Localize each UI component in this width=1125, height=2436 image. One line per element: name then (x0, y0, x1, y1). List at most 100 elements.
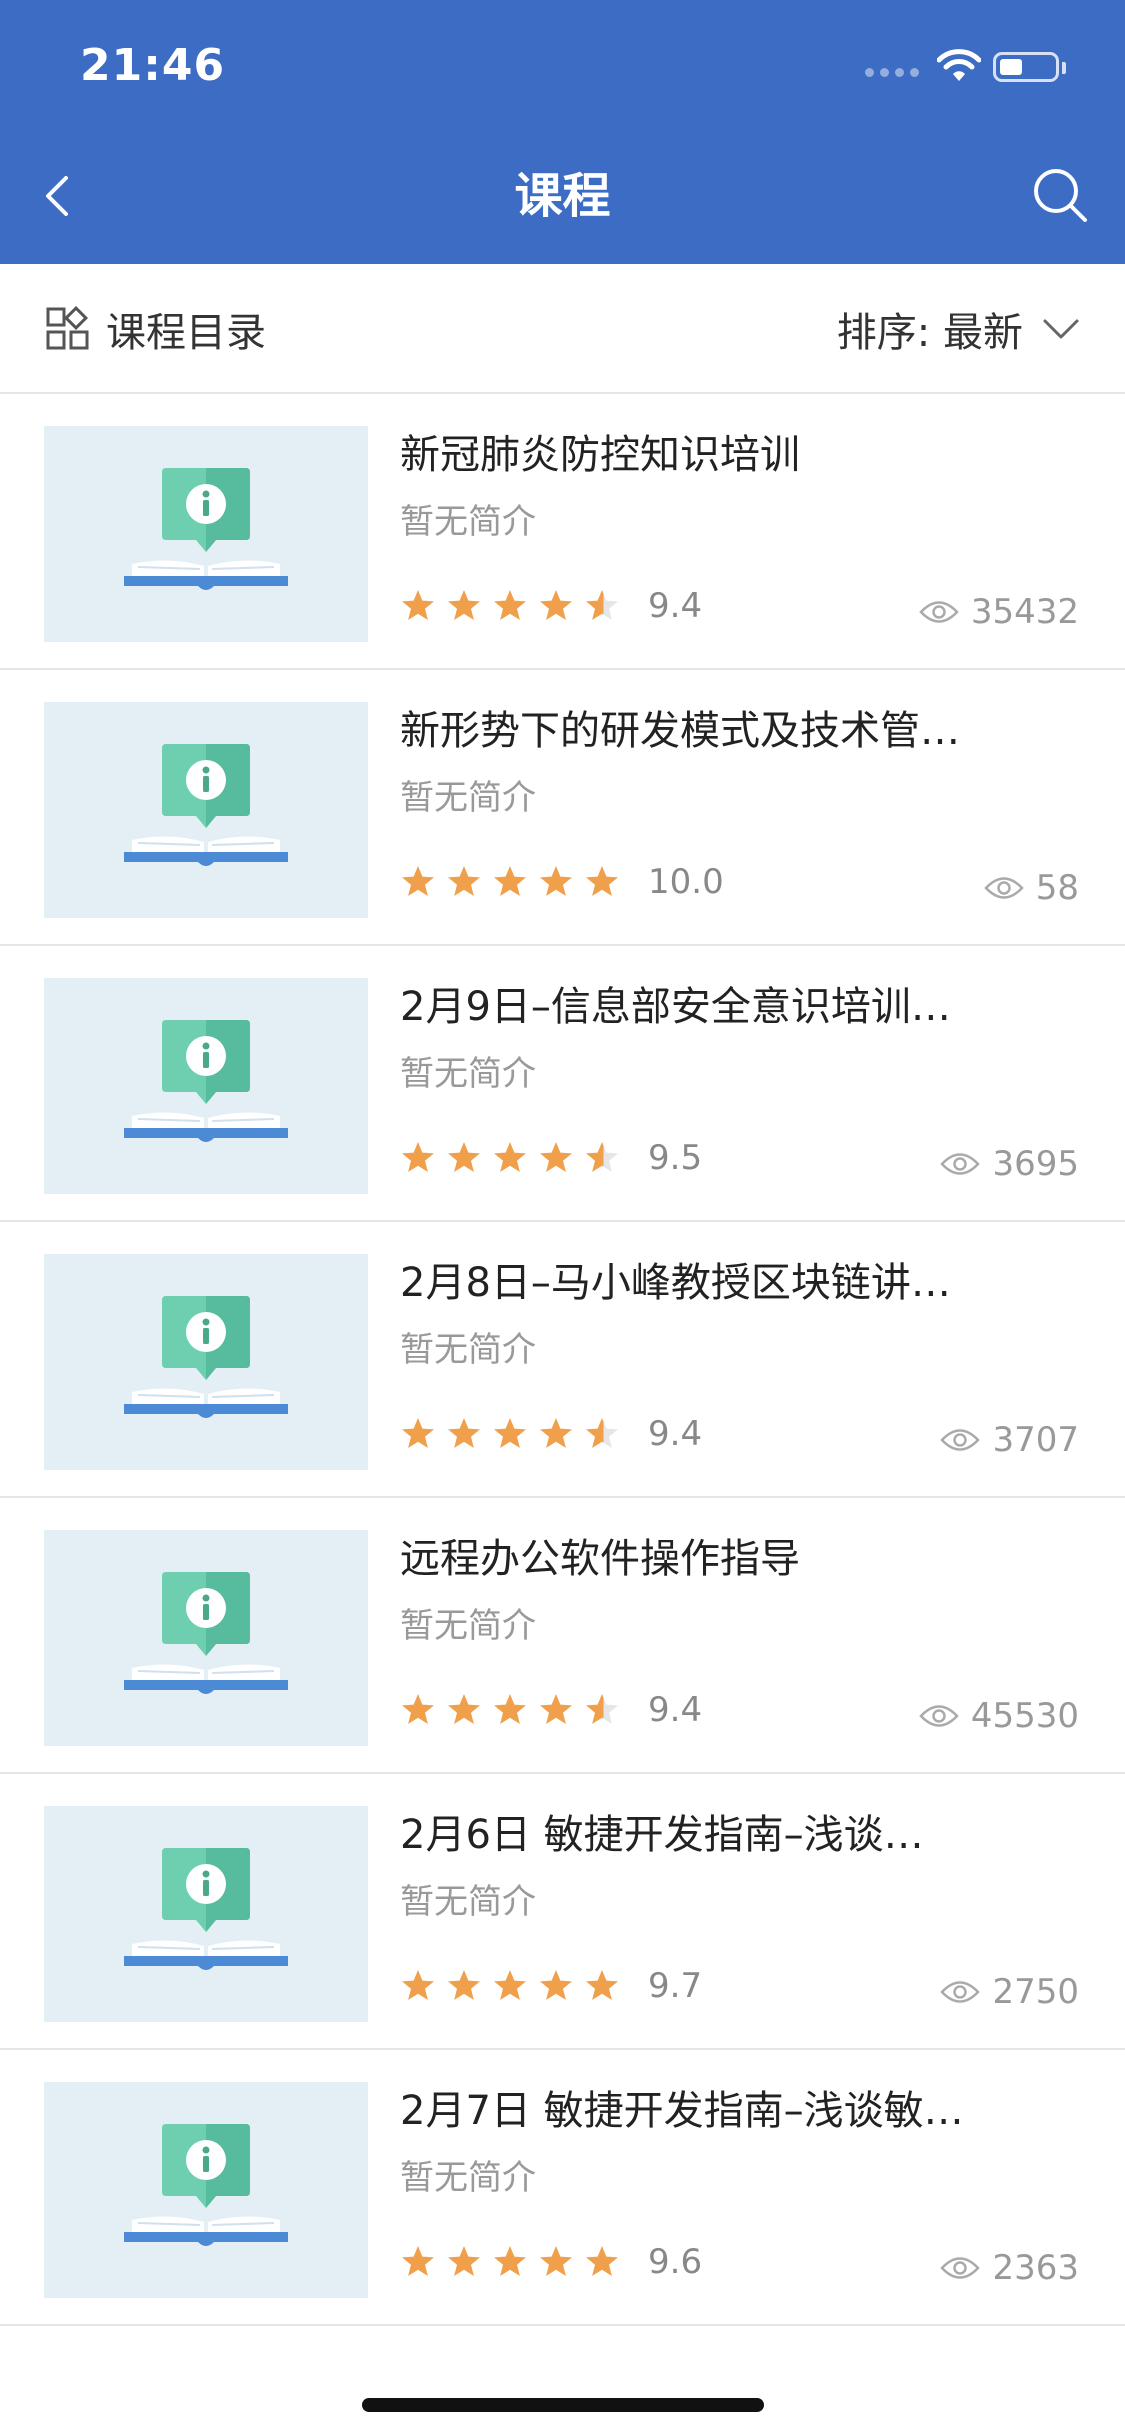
star-icon (400, 1416, 446, 1452)
course-thumbnail (44, 1254, 368, 1470)
course-item-1[interactable]: 新冠肺炎防控知识培训 暂无简介 9.4 35432 (0, 394, 1125, 670)
view-count: 2750 (940, 1970, 1079, 2014)
catalog-label: 课程目录 (106, 310, 266, 356)
course-item-7[interactable]: 2月7日 敏捷开发指南–浅谈敏… 暂无简介 9.6 2363 (0, 2050, 1125, 2326)
course-title: 2月8日–马小峰教授区块链讲… (400, 1260, 951, 1306)
view-count: 3695 (940, 1142, 1079, 1186)
star-icon (492, 1416, 538, 1452)
star-icon (446, 864, 492, 900)
sort-dropdown[interactable]: 排序: 最新 (837, 302, 1081, 356)
status-icons (865, 48, 1085, 88)
book-info-icon (124, 1572, 288, 1694)
star-icon (400, 1692, 446, 1728)
course-item-3[interactable]: 2月9日–信息部安全意识培训… 暂无简介 9.5 3695 (0, 946, 1125, 1222)
star-icon (584, 2244, 630, 2280)
book-info-icon (124, 468, 288, 590)
course-description: 暂无简介 (400, 2158, 536, 2198)
star-rating (400, 588, 630, 624)
home-indicator[interactable] (362, 2398, 764, 2412)
page-title: 课程 (514, 168, 611, 224)
star-icon (584, 1416, 630, 1452)
chevron-down-icon (1043, 319, 1079, 339)
star-rating (400, 1416, 630, 1452)
course-description: 暂无简介 (400, 502, 536, 542)
star-icon (400, 2244, 446, 2280)
course-thumbnail (44, 702, 368, 918)
view-count: 2363 (940, 2246, 1079, 2290)
course-thumbnail (44, 1806, 368, 2022)
course-list: 新冠肺炎防控知识培训 暂无简介 9.4 35432 新形势下的研发模式及技术管…… (0, 394, 1125, 2326)
sort-label: 排序: 最新 (836, 310, 1023, 356)
course-title: 新冠肺炎防控知识培训 (400, 432, 800, 478)
course-item-4[interactable]: 2月8日–马小峰教授区块链讲… 暂无简介 9.4 3707 (0, 1222, 1125, 1498)
view-count-value: 58 (1035, 868, 1079, 908)
eye-icon (940, 1153, 981, 1175)
book-info-icon (124, 1020, 288, 1142)
course-rating: 9.4 (648, 1414, 703, 1454)
eye-icon (919, 601, 959, 623)
course-description: 暂无简介 (400, 778, 536, 818)
course-description: 暂无简介 (400, 1054, 536, 1094)
star-icon (446, 1140, 492, 1176)
eye-icon (940, 1981, 981, 2003)
view-count-value: 2363 (992, 2248, 1079, 2288)
filter-bar: 课程目录 排序: 最新 (0, 264, 1125, 394)
star-rating (400, 2244, 630, 2280)
star-icon (400, 1140, 446, 1176)
course-item-6[interactable]: 2月6日 敏捷开发指南–浅谈… 暂无简介 9.7 2750 (0, 1774, 1125, 2050)
star-icon (400, 1968, 446, 2004)
eye-icon (919, 1705, 959, 1727)
star-icon (492, 588, 538, 624)
course-thumbnail (44, 978, 368, 1194)
star-rating (400, 1968, 630, 2004)
star-icon (446, 588, 492, 624)
star-rating (400, 864, 630, 900)
eye-icon (940, 2257, 981, 2279)
view-count: 3707 (940, 1418, 1079, 1462)
star-icon (492, 864, 538, 900)
view-count-value: 3707 (992, 1420, 1079, 1460)
battery-icon (993, 52, 1059, 82)
star-icon (584, 864, 630, 900)
star-icon (492, 1968, 538, 2004)
status-time: 21:46 (80, 40, 226, 91)
book-info-icon (124, 1296, 288, 1418)
course-title: 远程办公软件操作指导 (400, 1536, 800, 1582)
star-icon (492, 1692, 538, 1728)
view-count-value: 45530 (970, 1696, 1079, 1736)
star-icon (538, 588, 584, 624)
course-description: 暂无简介 (400, 1330, 536, 1370)
star-icon (584, 588, 630, 624)
view-count: 45530 (919, 1694, 1079, 1738)
star-icon (584, 1968, 630, 2004)
search-button[interactable] (1025, 160, 1095, 230)
course-rating: 9.4 (648, 1690, 703, 1730)
app-header: 21:46 课程 (0, 0, 1125, 264)
course-description: 暂无简介 (400, 1882, 536, 1922)
wifi-icon (937, 49, 981, 81)
star-icon (400, 588, 446, 624)
course-item-2[interactable]: 新形势下的研发模式及技术管… 暂无简介 10.0 58 (0, 670, 1125, 946)
star-icon (446, 1968, 492, 2004)
book-info-icon (124, 2124, 288, 2246)
star-rating (400, 1692, 630, 1728)
view-count-value: 35432 (970, 592, 1079, 632)
view-count-value: 2750 (992, 1972, 1079, 2012)
eye-icon (984, 877, 1024, 899)
course-item-5[interactable]: 远程办公软件操作指导 暂无简介 9.4 45530 (0, 1498, 1125, 1774)
star-icon (446, 1692, 492, 1728)
course-description: 暂无简介 (400, 1606, 536, 1646)
star-icon (538, 1968, 584, 2004)
grid-icon (46, 305, 89, 350)
course-catalog-button[interactable]: 课程目录 (44, 302, 266, 356)
eye-icon (940, 1429, 981, 1451)
star-icon (492, 2244, 538, 2280)
course-thumbnail (44, 426, 368, 642)
book-info-icon (124, 744, 288, 866)
course-rating: 9.5 (648, 1138, 703, 1178)
star-icon (446, 2244, 492, 2280)
course-title: 2月9日–信息部安全意识培训… (400, 984, 951, 1030)
course-title: 2月6日 敏捷开发指南–浅谈… (400, 1812, 924, 1858)
star-rating (400, 1140, 630, 1176)
course-thumbnail (44, 1530, 368, 1746)
